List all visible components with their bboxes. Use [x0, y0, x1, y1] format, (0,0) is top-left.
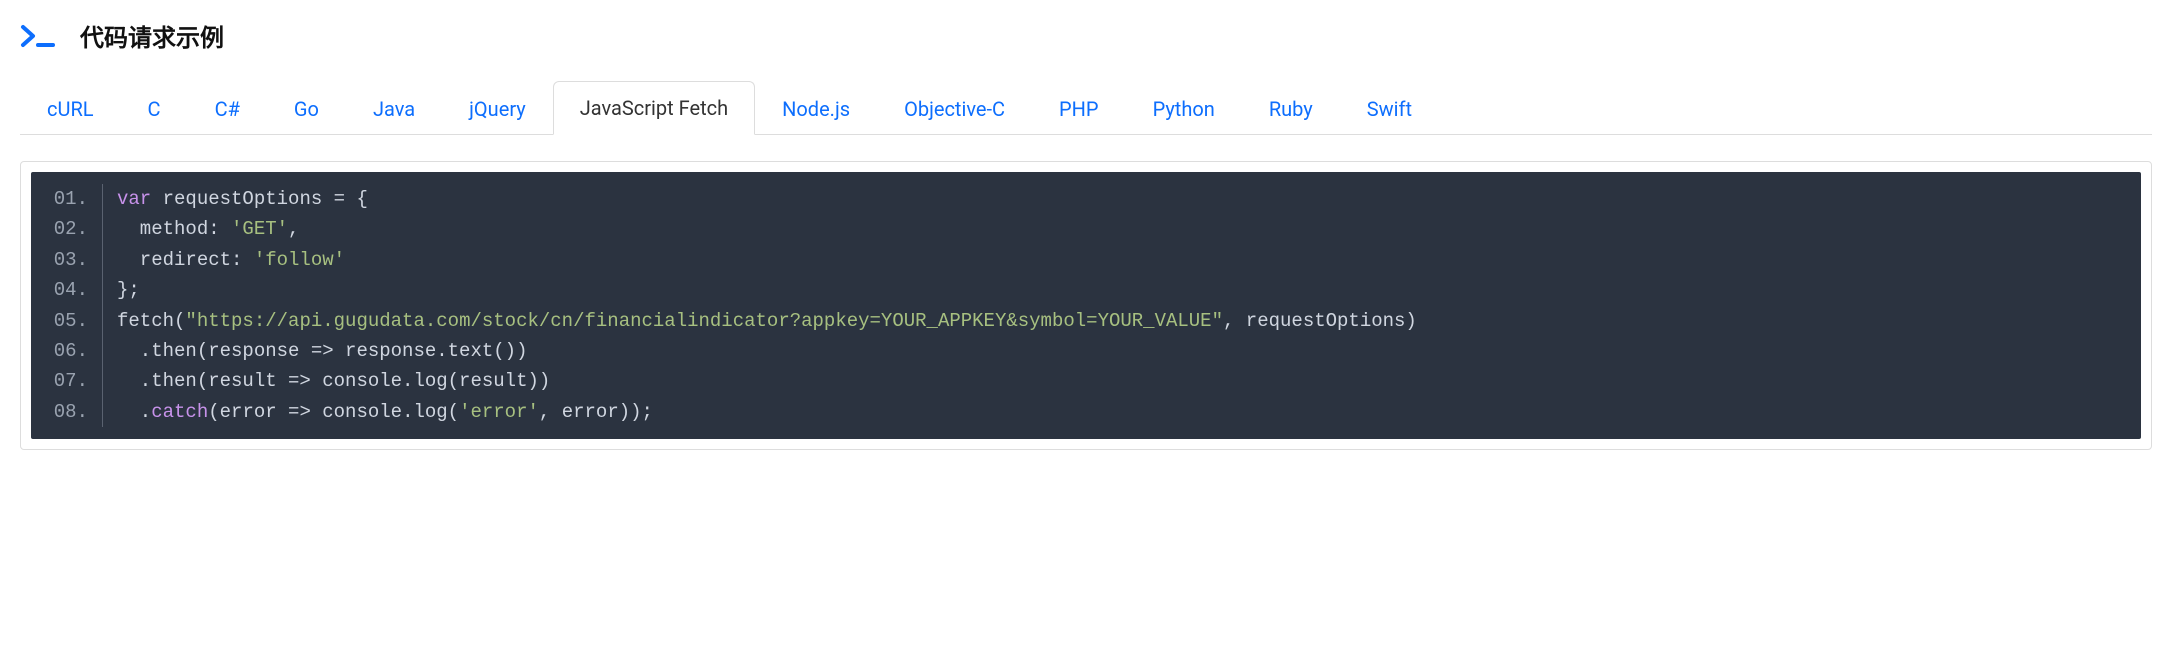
- tab-c[interactable]: C: [121, 82, 188, 135]
- line-content: fetch("https://api.gugudata.com/stock/cn…: [117, 306, 1417, 336]
- code-token: 'follow': [254, 249, 345, 271]
- code-line: 02. method: 'GET',: [31, 214, 2141, 244]
- code-token: };: [117, 279, 140, 301]
- code-panel: 01.var requestOptions = {02. method: 'GE…: [20, 161, 2152, 450]
- line-number: 07.: [31, 366, 103, 396]
- line-number: 01.: [31, 184, 103, 214]
- tab-ruby[interactable]: Ruby: [1242, 82, 1340, 135]
- tab-php[interactable]: PHP: [1032, 82, 1126, 135]
- code-line: 01. var requestOptions = {: [31, 184, 2141, 214]
- line-content: var requestOptions = {: [117, 184, 368, 214]
- code-token: 'error': [459, 401, 539, 423]
- code-token: .then(result => console.log(result)): [117, 370, 550, 392]
- tab-c-[interactable]: C#: [188, 82, 267, 135]
- tab-objective-c[interactable]: Objective-C: [877, 82, 1032, 135]
- tab-swift[interactable]: Swift: [1340, 82, 1439, 135]
- tab-python[interactable]: Python: [1126, 82, 1242, 135]
- code-token: .then(response => response.text()): [117, 340, 527, 362]
- line-number: 03.: [31, 245, 103, 275]
- tab-javascript-fetch[interactable]: JavaScript Fetch: [553, 81, 755, 135]
- line-content: redirect: 'follow': [117, 245, 345, 275]
- code-token: requestOptions = {: [151, 188, 368, 210]
- line-content: .then(result => console.log(result)): [117, 366, 550, 396]
- code-token: ,: [288, 218, 299, 240]
- code-token: "https://api.gugudata.com/stock/cn/finan…: [185, 310, 1223, 332]
- code-token: , error));: [539, 401, 653, 423]
- section-header: 代码请求示例: [20, 18, 2152, 53]
- code-token: redirect:: [117, 249, 254, 271]
- line-number: 05.: [31, 306, 103, 336]
- tab-jquery[interactable]: jQuery: [442, 82, 553, 135]
- line-content: };: [117, 275, 140, 305]
- line-number: 02.: [31, 214, 103, 244]
- code-token: catch: [151, 401, 208, 423]
- code-block: 01.var requestOptions = {02. method: 'GE…: [31, 172, 2141, 439]
- code-line: 08. .catch(error => console.log('error',…: [31, 397, 2141, 427]
- code-token: (error => console.log(: [208, 401, 459, 423]
- code-token: 'GET': [231, 218, 288, 240]
- code-line: 06. .then(response => response.text()): [31, 336, 2141, 366]
- tab-java[interactable]: Java: [346, 82, 442, 135]
- code-line: 07. .then(result => console.log(result)): [31, 366, 2141, 396]
- code-token: var: [117, 188, 151, 210]
- code-line: 03. redirect: 'follow': [31, 245, 2141, 275]
- line-number: 06.: [31, 336, 103, 366]
- line-content: .catch(error => console.log('error', err…: [117, 397, 653, 427]
- line-content: method: 'GET',: [117, 214, 299, 244]
- code-token: .: [117, 401, 151, 423]
- code-line: 04.};: [31, 275, 2141, 305]
- code-token: fetch(: [117, 310, 185, 332]
- tab-curl[interactable]: cURL: [20, 82, 121, 135]
- code-token: method:: [117, 218, 231, 240]
- line-number: 04.: [31, 275, 103, 305]
- line-content: .then(response => response.text()): [117, 336, 527, 366]
- code-line: 05. fetch("https://api.gugudata.com/stock…: [31, 306, 2141, 336]
- line-number: 08.: [31, 397, 103, 427]
- code-token: , requestOptions): [1223, 310, 1417, 332]
- tab-go[interactable]: Go: [267, 82, 346, 135]
- terminal-icon: [20, 22, 56, 50]
- section-title: 代码请求示例: [80, 18, 224, 53]
- tab-node-js[interactable]: Node.js: [755, 82, 877, 135]
- language-tabs: cURLCC#GoJavajQueryJavaScript FetchNode.…: [20, 81, 2152, 135]
